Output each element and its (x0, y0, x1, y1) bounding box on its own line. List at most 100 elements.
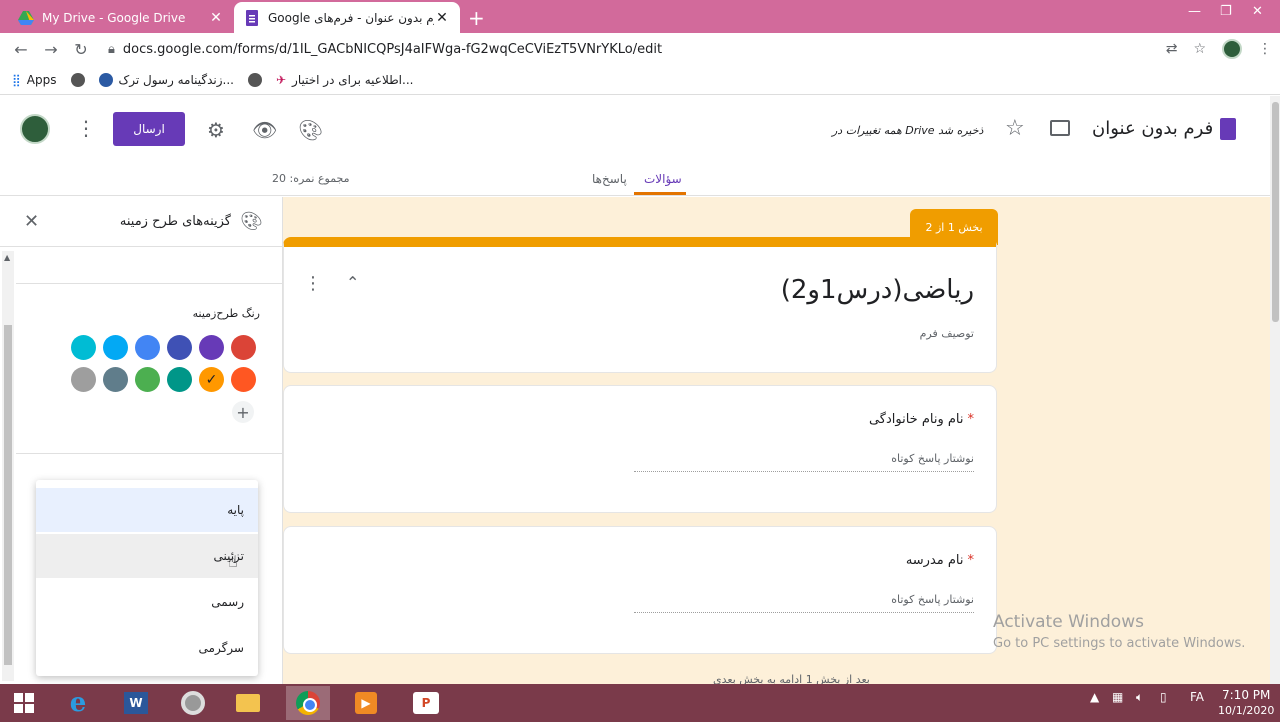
word-icon: W (124, 692, 148, 714)
bookmark-biography[interactable]: زندگینامه رسول ترک... (98, 72, 234, 87)
theme-color-label: رنگ طرح‌زمینه (192, 307, 260, 320)
color-swatch[interactable] (71, 335, 96, 360)
start-button[interactable] (2, 686, 46, 720)
form-title[interactable]: ریاضی(درس1و2) (781, 275, 974, 305)
after-section-control[interactable]: بعد از بخش 1 ادامه به بخش بعدی (713, 673, 870, 684)
browser-tab-bar: My Drive - Google Drive ✕ Google فرم بدو… (0, 0, 1280, 33)
tab-my-drive[interactable]: My Drive - Google Drive ✕ (8, 2, 234, 33)
tray-chevron-up-icon[interactable]: ▲ (1090, 690, 1099, 704)
font-option-playful[interactable]: سرگرمی (36, 626, 258, 670)
color-swatch[interactable] (135, 367, 160, 392)
language-indicator[interactable]: FA (1190, 690, 1204, 704)
more-options-icon[interactable]: ⋮ (76, 116, 96, 140)
font-option-basic[interactable]: پایه (36, 488, 258, 532)
bookmark-apps[interactable]: ⣿ Apps (12, 73, 57, 87)
google-forms-logo-icon[interactable] (1220, 118, 1236, 140)
file-explorer-icon (236, 694, 260, 712)
form-description[interactable]: توصیف فرم (920, 327, 974, 340)
battery-icon[interactable]: ▯ (1160, 690, 1167, 704)
url-field[interactable]: 🔒︎ docs.google.com/forms/d/1IL_GACbNICQP… (108, 36, 1208, 62)
scroll-up-arrow-icon[interactable]: ▲ (4, 253, 10, 262)
window-restore-icon[interactable]: ❐ (1220, 4, 1232, 19)
close-icon[interactable]: ✕ (24, 211, 39, 232)
color-swatch[interactable] (167, 335, 192, 360)
color-swatch[interactable] (103, 335, 128, 360)
powerpoint-icon: P (413, 692, 439, 714)
bookmark-star-icon[interactable]: ☆ (1193, 41, 1206, 57)
internet-explorer-icon: e (69, 688, 87, 718)
tab-title: My Drive - Google Drive (42, 10, 186, 25)
form-document-title[interactable]: فرم بدون عنوان (1092, 118, 1213, 139)
volume-icon[interactable]: 🔈︎ (1136, 690, 1143, 705)
url-text: docs.google.com/forms/d/1IL_GACbNICQPsJ4… (122, 41, 663, 57)
scroll-thumb[interactable] (4, 325, 12, 665)
form-title-card[interactable]: ⋮ ⌃ ریاضی(درس1و2) توصیف فرم (283, 237, 997, 373)
eye-preview-icon[interactable]: 👁︎ (252, 118, 277, 142)
divider (16, 283, 283, 284)
color-swatch[interactable]: ✓ (199, 367, 224, 392)
bookmark-label: زندگینامه رسول ترک... (118, 72, 234, 87)
panel-scrollbar[interactable]: ▲ (2, 251, 14, 681)
back-arrow-icon[interactable]: ← (6, 40, 36, 59)
font-option-decorative[interactable]: تزئینی (36, 534, 258, 578)
google-forms-icon (246, 9, 258, 26)
divider (16, 453, 283, 454)
browser-menu-icon[interactable]: ⋮ (1258, 41, 1272, 57)
question-card[interactable]: نام مدرسه * نوشتار پاسخ کوتاه (283, 526, 997, 654)
question-label: نام ونام خانوادگی * (869, 412, 974, 427)
color-swatch[interactable] (231, 335, 256, 360)
network-icon[interactable]: ▦ (1112, 690, 1123, 704)
tab-responses[interactable]: پاسخ‌ها (592, 172, 627, 186)
tab-google-forms[interactable]: Google فرم بدون عنوان - فرم‌های ✕ (234, 2, 460, 33)
address-bar: ← → ↻ 🔒︎ docs.google.com/forms/d/1IL_GAC… (0, 33, 1280, 65)
color-swatch[interactable] (71, 367, 96, 392)
font-option-formal[interactable]: رسمی (36, 580, 258, 624)
send-button[interactable]: ارسال (113, 112, 185, 146)
color-swatch[interactable] (167, 367, 192, 392)
translate-icon[interactable]: ⇄ (1166, 41, 1178, 57)
globe-icon[interactable] (70, 72, 85, 87)
taskbar-disc[interactable] (171, 686, 215, 720)
palette-icon[interactable]: 🎨︎ (298, 118, 323, 142)
scroll-thumb[interactable] (1272, 102, 1279, 322)
activation-watermark-title: Activate Windows (993, 612, 1144, 632)
forms-header: فرم بدون عنوان ☆ همه تغییرات در Drive ذخ… (0, 96, 1270, 196)
clock-date[interactable]: 10/1/2020 (1218, 704, 1274, 717)
new-tab-icon[interactable]: + (468, 6, 485, 30)
taskbar-media[interactable]: ▶ (344, 686, 388, 720)
color-swatch[interactable] (231, 367, 256, 392)
account-avatar[interactable] (20, 114, 50, 144)
question-card[interactable]: نام ونام خانوادگی * نوشتار پاسخ کوتاه (283, 385, 997, 513)
close-icon[interactable]: ✕ (434, 10, 450, 26)
tab-questions[interactable]: سؤالات (644, 172, 682, 186)
reload-icon[interactable]: ↻ (66, 40, 96, 59)
globe-icon[interactable] (247, 72, 262, 87)
forward-arrow-icon[interactable]: → (36, 40, 66, 59)
taskbar-ie[interactable]: e (56, 686, 100, 720)
clock-time[interactable]: 7:10 PM (1222, 688, 1270, 702)
color-swatch[interactable] (199, 335, 224, 360)
total-points: مجموع نمره: 20 (272, 172, 350, 185)
hand-cursor-icon: ☝ (228, 552, 238, 571)
star-icon[interactable]: ☆ (1005, 116, 1025, 141)
color-swatch[interactable] (103, 367, 128, 392)
close-icon[interactable]: ✕ (208, 10, 224, 26)
profile-avatar[interactable] (1222, 39, 1242, 59)
google-drive-icon (18, 10, 34, 25)
window-close-icon[interactable]: ✕ (1252, 4, 1263, 19)
bookmark-announcement[interactable]: ✈ اطلاعیه برای در اختیار... (276, 73, 414, 87)
folder-icon[interactable] (1050, 120, 1070, 136)
lock-icon: 🔒︎ (108, 41, 115, 57)
gear-icon[interactable]: ⚙ (207, 118, 225, 142)
taskbar-chrome[interactable] (286, 686, 330, 720)
color-swatch[interactable] (135, 335, 160, 360)
taskbar-powerpoint[interactable]: P (404, 686, 448, 720)
chrome-icon (296, 691, 320, 715)
page-scrollbar[interactable] (1270, 96, 1280, 684)
window-minimize-icon[interactable]: — (1188, 4, 1201, 19)
taskbar-word[interactable]: W (114, 686, 158, 720)
more-options-icon[interactable]: ⋮ (304, 273, 322, 294)
add-color-icon[interactable]: + (232, 401, 254, 423)
taskbar-explorer[interactable] (226, 686, 270, 720)
collapse-icon[interactable]: ⌃ (346, 273, 359, 292)
